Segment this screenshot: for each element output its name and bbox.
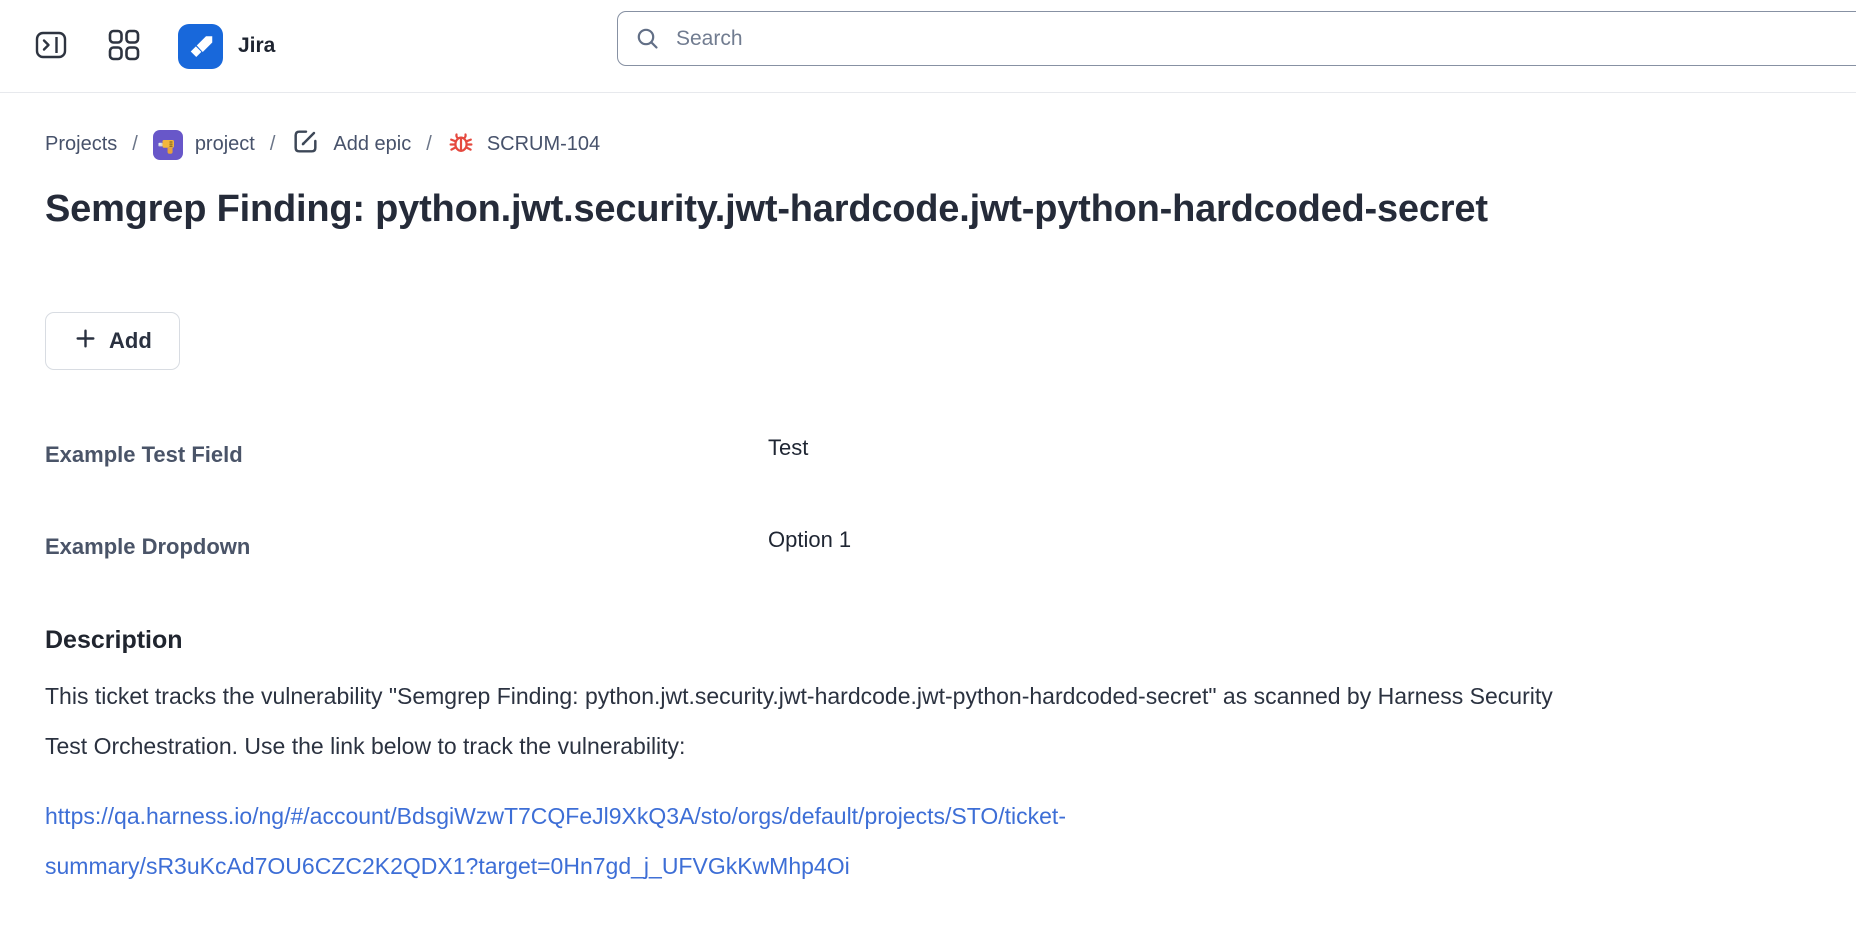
breadcrumb-separator: / bbox=[132, 133, 138, 156]
field-row: Example Dropdown Option 1 bbox=[45, 534, 1811, 560]
search-input[interactable] bbox=[617, 11, 1856, 66]
bug-icon bbox=[447, 128, 475, 162]
issue-title[interactable]: Semgrep Finding: python.jwt.security.jwt… bbox=[45, 184, 1605, 234]
add-button-label: Add bbox=[109, 328, 152, 354]
app-switcher-grid-icon bbox=[106, 27, 142, 66]
breadcrumb-separator: / bbox=[426, 133, 432, 156]
jira-logo-icon bbox=[178, 24, 223, 69]
expand-sidebar-button[interactable] bbox=[33, 27, 69, 66]
field-row: Example Test Field Test bbox=[45, 442, 1811, 468]
breadcrumb-projects-label: Projects bbox=[45, 133, 117, 156]
expand-sidebar-icon bbox=[33, 27, 69, 66]
breadcrumb-project-label: project bbox=[195, 133, 255, 156]
add-button[interactable]: Add bbox=[45, 312, 180, 370]
plus-icon bbox=[73, 326, 98, 357]
example-dropdown-value[interactable]: Option 1 bbox=[768, 527, 851, 553]
breadcrumb-add-epic-link[interactable]: Add epic bbox=[290, 126, 411, 163]
vulnerability-link[interactable]: https://qa.harness.io/ng/#/account/Bdsgi… bbox=[45, 791, 1345, 891]
example-test-field-label: Example Test Field bbox=[45, 442, 768, 468]
app-title: Jira bbox=[238, 34, 275, 58]
description-heading: Description bbox=[45, 626, 1811, 655]
issue-content: Semgrep Finding: python.jwt.security.jwt… bbox=[0, 184, 1856, 891]
breadcrumb-add-epic-label: Add epic bbox=[333, 133, 411, 156]
example-dropdown-label: Example Dropdown bbox=[45, 534, 768, 560]
breadcrumb-separator: / bbox=[270, 133, 276, 156]
edit-epic-icon bbox=[290, 126, 321, 163]
jira-home-link[interactable]: Jira bbox=[178, 24, 275, 69]
breadcrumb-project-link[interactable]: project bbox=[153, 130, 255, 160]
example-test-field-value[interactable]: Test bbox=[768, 435, 808, 461]
project-avatar-drill-icon bbox=[153, 130, 183, 160]
custom-fields: Example Test Field Test Example Dropdown… bbox=[45, 442, 1811, 560]
breadcrumb-projects-link[interactable]: Projects bbox=[45, 133, 117, 156]
breadcrumb-issue-key: SCRUM-104 bbox=[487, 133, 600, 156]
search-container bbox=[617, 11, 1856, 66]
breadcrumb: Projects / project / Add epic / bbox=[45, 126, 1811, 163]
app-switcher-button[interactable] bbox=[106, 27, 142, 66]
top-navigation-bar: Jira bbox=[0, 0, 1856, 93]
breadcrumb-issue-link[interactable]: SCRUM-104 bbox=[447, 128, 600, 162]
description-body[interactable]: This ticket tracks the vulnerability "Se… bbox=[45, 671, 1555, 771]
